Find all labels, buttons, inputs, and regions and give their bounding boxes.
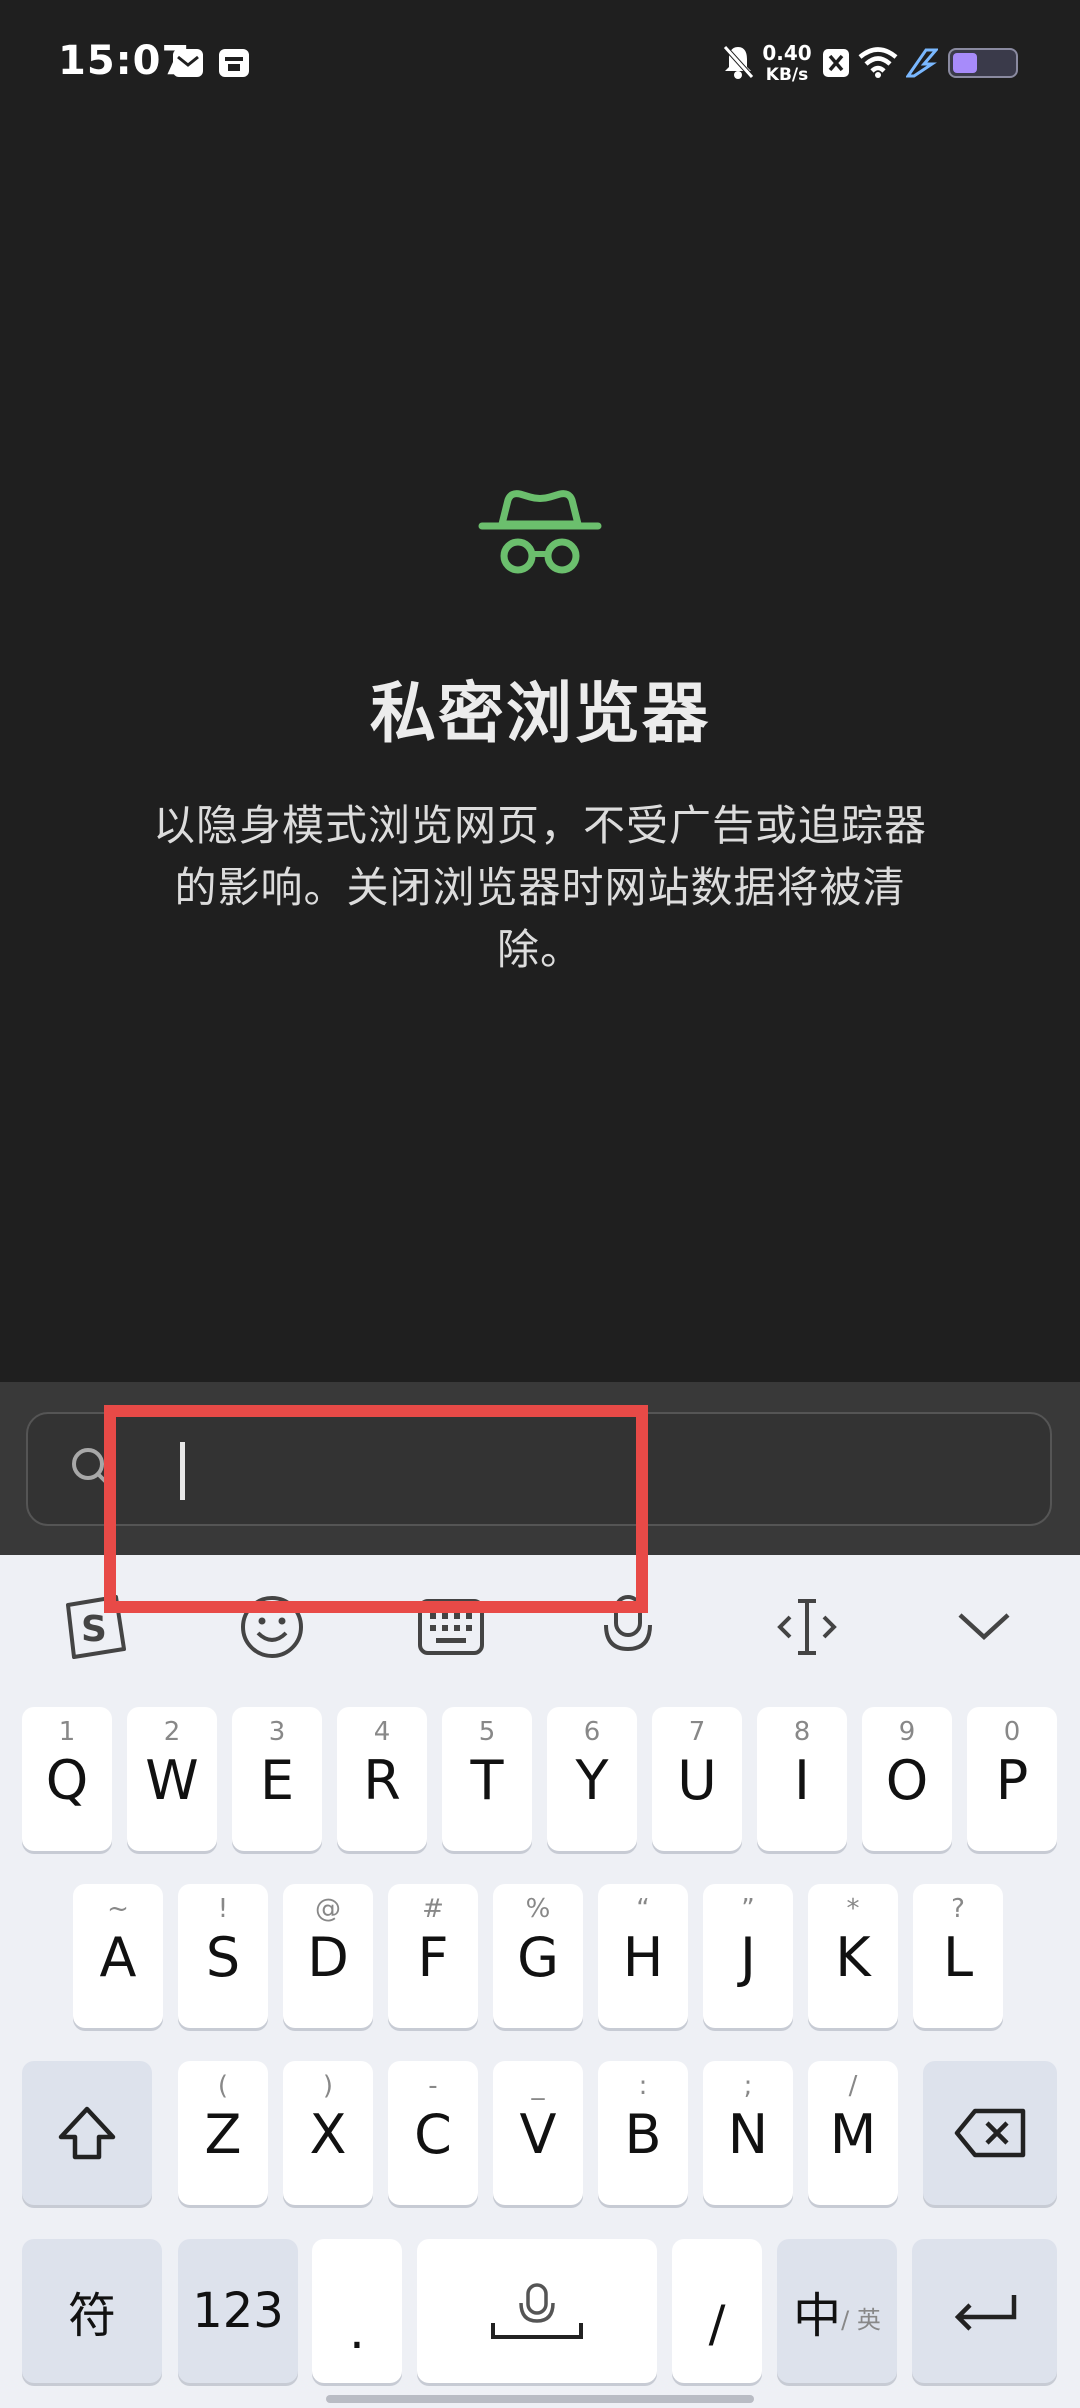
soft-keyboard: S 1Q 2W 3E 4R 5T 6Y 7U 8I 9O 0 P ~ A ! S…: [0, 1555, 1080, 2408]
key-p[interactable]: 0P: [967, 1707, 1057, 1851]
slash-key[interactable]: /: [672, 2239, 762, 2383]
key-b[interactable]: :B: [598, 2061, 688, 2205]
space-key[interactable]: [417, 2239, 657, 2383]
key-f[interactable]: # F: [388, 1884, 478, 2028]
battery-icon: [948, 48, 1018, 78]
key-m[interactable]: / M: [808, 2061, 898, 2205]
cursor-icon[interactable]: [776, 1593, 838, 1661]
key-l[interactable]: ? L: [913, 1884, 1003, 2028]
charging-icon: [906, 48, 938, 78]
key-z[interactable]: (Z: [178, 2061, 268, 2205]
key-h[interactable]: “H: [598, 1884, 688, 2028]
key-y[interactable]: 6Y: [547, 1707, 637, 1851]
key-q[interactable]: 1Q: [22, 1707, 112, 1851]
shift-icon: [58, 2106, 116, 2160]
key-a[interactable]: ~ A: [73, 1884, 163, 2028]
key-j[interactable]: ” J: [703, 1884, 793, 2028]
home-indicator[interactable]: [326, 2395, 754, 2403]
key-w[interactable]: 2W: [127, 1707, 217, 1851]
mute-icon: [723, 45, 754, 79]
key-e[interactable]: 3E: [232, 1707, 322, 1851]
page-title: 私密浏览器: [370, 675, 710, 752]
language-switch-key[interactable]: 中 / 英: [777, 2239, 897, 2383]
mail-icon: [173, 49, 203, 77]
key-r[interactable]: 4R: [337, 1707, 427, 1851]
key-v[interactable]: _ V: [493, 2061, 583, 2205]
collapse-keyboard-icon[interactable]: [956, 1593, 1012, 1661]
key-o[interactable]: 9O: [862, 1707, 952, 1851]
period-key[interactable]: .: [312, 2239, 402, 2383]
status-time: 15:07: [58, 38, 191, 84]
symbols-key[interactable]: 符: [22, 2239, 162, 2383]
calendar-icon: [219, 49, 249, 77]
space-voice-icon: [491, 2283, 583, 2339]
key-k[interactable]: * K: [808, 1884, 898, 2028]
wifi-icon: [858, 47, 898, 78]
enter-icon: [954, 2295, 1016, 2331]
key-n[interactable]: ; N: [703, 2061, 793, 2205]
numbers-key[interactable]: 123: [178, 2239, 298, 2383]
key-x[interactable]: ) X: [283, 2061, 373, 2205]
backspace-icon: [954, 2108, 1026, 2158]
incognito-hat-glasses-icon: [478, 490, 602, 574]
key-c[interactable]: -C: [388, 2061, 478, 2205]
enter-key[interactable]: [912, 2239, 1057, 2383]
backspace-key[interactable]: [923, 2061, 1057, 2205]
key-i[interactable]: 8I: [757, 1707, 847, 1851]
key-t[interactable]: 5T: [442, 1707, 532, 1851]
page-description: 以隐身模式浏览网页，不受广告或追踪器的影响。关闭浏览器时网站数据将被清除。: [152, 801, 927, 974]
status-bar: 15:07 0.40 KB/s: [0, 0, 1080, 128]
key-s[interactable]: ! S: [178, 1884, 268, 2028]
close-box-icon: [823, 49, 849, 77]
highlight-annotation-box: [104, 1405, 648, 1613]
key-g[interactable]: % G: [493, 1884, 583, 2028]
shift-key[interactable]: [22, 2061, 152, 2205]
network-speed: 0.40 KB/s: [762, 41, 812, 85]
svg-text:S: S: [81, 1609, 107, 1650]
key-d[interactable]: @ D: [283, 1884, 373, 2028]
key-u[interactable]: 7U: [652, 1707, 742, 1851]
